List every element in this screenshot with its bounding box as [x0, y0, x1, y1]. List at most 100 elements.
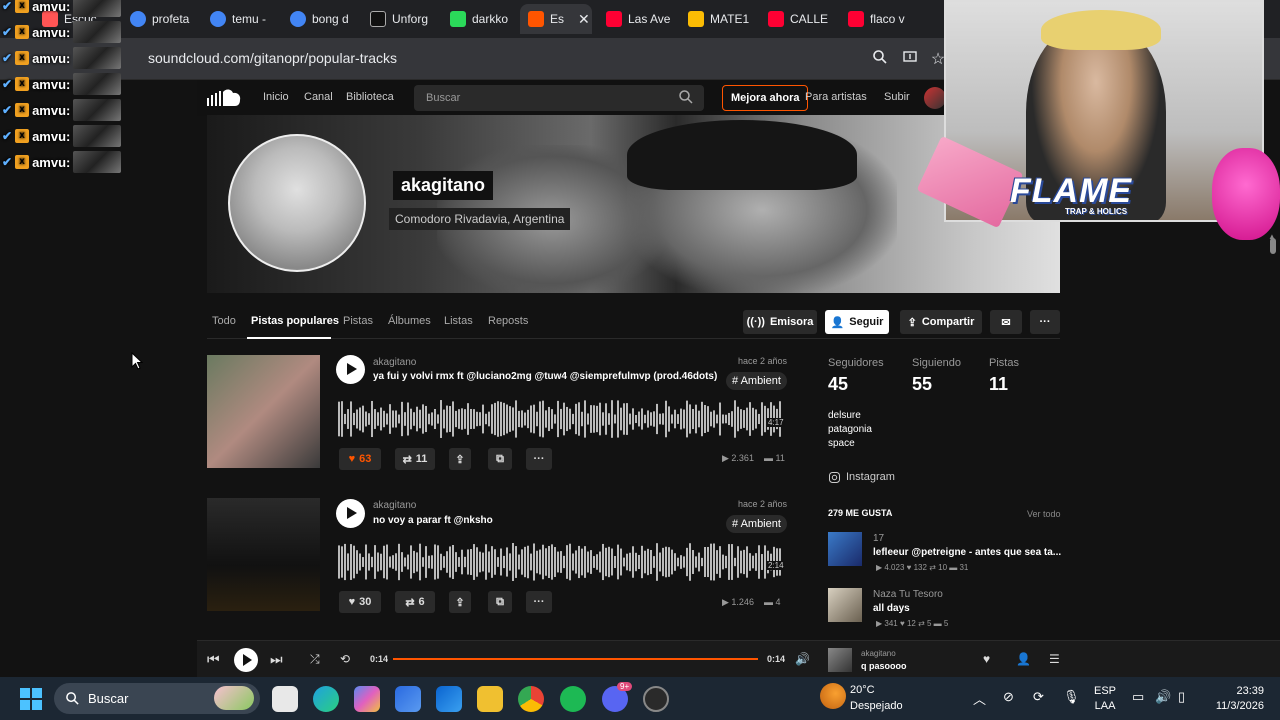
followers-count[interactable]: 45 [828, 374, 848, 395]
queue-icon[interactable]: ☰ [1049, 652, 1060, 666]
track-tag[interactable]: # Ambient [726, 372, 787, 390]
close-tab-icon[interactable]: ✕ [578, 11, 590, 28]
nav-library[interactable]: Biblioteca [346, 91, 394, 103]
view-all-link[interactable]: Ver todo [1027, 509, 1061, 519]
soundcloud-logo-icon[interactable] [207, 88, 241, 106]
outlook-icon[interactable] [436, 686, 462, 712]
nav-home[interactable]: Inicio [263, 91, 289, 103]
profile-avatar[interactable] [228, 134, 366, 272]
repeat-icon[interactable]: ⟲ [340, 652, 350, 666]
spotify-icon[interactable] [560, 686, 586, 712]
station-button[interactable]: ((·)) Emisora [743, 310, 817, 334]
next-icon[interactable]: ⏭ [270, 651, 283, 668]
tab-tracks[interactable]: Pistas [343, 315, 373, 327]
play-button[interactable] [336, 499, 365, 528]
liked-track-artwork[interactable] [828, 588, 862, 622]
display-icon[interactable]: ▭ [1132, 689, 1144, 705]
tab-active-soundcloud[interactable]: Es ✕ [520, 4, 592, 34]
repost-button[interactable]: ⇄ 6 [395, 591, 435, 613]
search-input[interactable]: Buscar [414, 85, 704, 111]
nav-upload[interactable]: Subir [884, 91, 910, 103]
volume-icon[interactable]: 🔊 [1155, 689, 1171, 705]
now-playing-artwork[interactable] [828, 648, 852, 672]
tab-popular-tracks[interactable]: Pistas populares [251, 315, 339, 327]
liked-track-title[interactable]: lefleeur @petreigne - antes que sea ta..… [873, 547, 1061, 558]
now-playing-title[interactable]: q pasoooo [861, 661, 907, 671]
nav-for-artists[interactable]: Para artistas [805, 91, 867, 103]
like-icon[interactable]: ♥ [983, 652, 990, 666]
tab-5[interactable]: darkko [442, 4, 520, 34]
tab-all[interactable]: Todo [212, 315, 236, 327]
liked-track-artwork[interactable] [828, 532, 862, 566]
repost-button[interactable]: ⇄ 11 [395, 448, 435, 470]
tab-2[interactable]: temu - [202, 4, 282, 34]
language-indicator[interactable]: ESP LAA [1094, 684, 1116, 714]
store-icon[interactable] [395, 686, 421, 712]
share-button[interactable]: ⇪ [449, 448, 471, 470]
like-button[interactable]: ♥ 63 [339, 448, 381, 470]
liked-track-user[interactable]: 17 [873, 533, 884, 544]
shuffle-icon[interactable]: ⤮ [310, 652, 320, 667]
tab-9[interactable]: CALLE [760, 4, 840, 34]
taskbar-search[interactable]: Buscar [54, 683, 260, 714]
weather-widget[interactable]: 20°C Despejado [850, 682, 903, 714]
liked-track-user[interactable]: Naza Tu Tesoro [873, 589, 943, 600]
nav-feed[interactable]: Canal [304, 91, 333, 103]
clock[interactable]: 23:39 11/3/2026 [1210, 684, 1264, 714]
tab-albums[interactable]: Álbumes [388, 315, 431, 327]
chrome-icon[interactable] [518, 686, 544, 712]
liked-track-title[interactable]: all days [873, 603, 910, 614]
tab-4[interactable]: Unforg [362, 4, 442, 34]
copilot-icon[interactable] [354, 686, 380, 712]
chevron-up-icon[interactable]: ︿ [973, 689, 986, 708]
track-artwork[interactable] [207, 498, 320, 611]
follow-icon[interactable]: 👤 [1016, 652, 1031, 666]
play-pause-button[interactable] [234, 648, 258, 672]
more-button[interactable]: ··· [526, 591, 552, 613]
network-off-icon[interactable]: ⊘ [1003, 689, 1014, 705]
battery-icon[interactable]: ▯ [1178, 689, 1185, 705]
copy-link-button[interactable]: ⧉ [488, 448, 512, 470]
scrollbar-thumb[interactable] [1270, 238, 1276, 254]
volume-icon[interactable]: 🔊 [795, 652, 810, 666]
tab-playlists[interactable]: Listas [444, 315, 473, 327]
now-playing-artist[interactable]: akagitano [861, 649, 896, 658]
url-field[interactable]: soundcloud.com/gitanopr/popular-tracks [148, 50, 397, 66]
sync-icon[interactable]: ⟳ [1033, 689, 1044, 705]
likes-heading[interactable]: 279 ME GUSTA [828, 508, 892, 518]
tab-7[interactable]: Las Ave [598, 4, 680, 34]
waveform[interactable] [338, 541, 782, 583]
tab-10[interactable]: flaco v [840, 4, 920, 34]
more-button[interactable]: ··· [526, 448, 552, 470]
track-title[interactable]: ya fui y volvi rmx ft @luciano2mg @tuw4 … [373, 371, 717, 382]
edge-icon[interactable] [313, 686, 339, 712]
microphone-icon[interactable]: 🎙 [1063, 689, 1080, 705]
install-icon[interactable] [900, 49, 920, 69]
instagram-link[interactable]: Instagram [829, 471, 895, 483]
share-button[interactable]: ⇪ Compartir [900, 310, 982, 334]
search-icon[interactable] [678, 89, 694, 105]
track-user[interactable]: akagitano [373, 500, 416, 511]
track-artwork[interactable] [207, 355, 320, 468]
more-button[interactable]: ··· [1030, 310, 1060, 334]
track-title[interactable]: no voy a parar ft @nksho [373, 515, 493, 526]
tab-reposts[interactable]: Reposts [488, 315, 528, 327]
previous-icon[interactable]: ⏮ [207, 651, 220, 668]
upgrade-button[interactable]: Mejora ahora [722, 85, 809, 111]
play-button[interactable] [336, 355, 365, 384]
file-explorer-icon[interactable] [477, 686, 503, 712]
message-button[interactable]: ✉ [990, 310, 1022, 334]
app-icon[interactable] [643, 686, 669, 712]
waveform[interactable] [338, 398, 782, 440]
share-button[interactable]: ⇪ [449, 591, 471, 613]
tracks-count[interactable]: 11 [989, 374, 1008, 395]
following-count[interactable]: 55 [912, 374, 932, 395]
zoom-icon[interactable] [870, 49, 890, 69]
user-avatar[interactable] [924, 87, 946, 109]
progress-bar[interactable] [393, 658, 758, 660]
task-view-icon[interactable] [272, 686, 298, 712]
track-user[interactable]: akagitano [373, 357, 416, 368]
track-tag[interactable]: # Ambient [726, 515, 787, 533]
tab-8[interactable]: MATE1 [680, 4, 760, 34]
like-button[interactable]: ♥ 30 [339, 591, 381, 613]
